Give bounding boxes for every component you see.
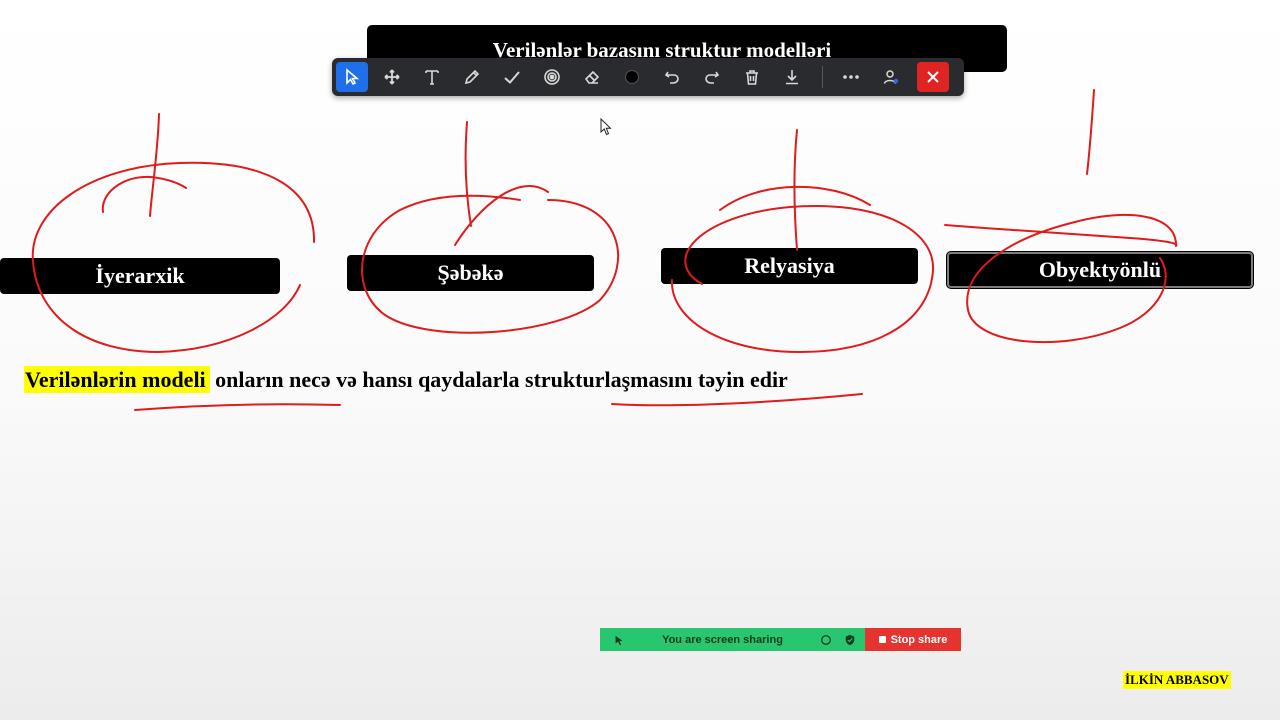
share-message: You are screen sharing <box>662 633 783 646</box>
stamp-tool-button[interactable] <box>496 62 528 92</box>
download-icon <box>786 70 798 85</box>
ink-stroke <box>464 121 472 227</box>
ink-stroke <box>134 403 341 411</box>
eraser-tool-button[interactable] <box>576 62 608 92</box>
move-icon <box>384 69 400 85</box>
trash-icon <box>746 70 758 85</box>
redo-icon <box>705 71 720 84</box>
close-icon <box>927 71 939 83</box>
definition-rest: onların necə və hansı qaydalarla struktu… <box>209 367 788 392</box>
category-box-network: Şəbəkə <box>347 255 594 291</box>
participant-icon <box>883 70 899 84</box>
redo-button[interactable] <box>696 62 728 92</box>
status-circle-icon[interactable] <box>819 633 833 647</box>
category-label: İyerarxik <box>95 263 185 288</box>
share-status: You are screen sharing <box>600 628 865 651</box>
select-tool-button[interactable] <box>336 62 368 92</box>
stop-share-label: Stop share <box>890 633 948 646</box>
eraser-icon <box>584 70 600 84</box>
more-button[interactable] <box>835 62 867 92</box>
pen-tool-button[interactable] <box>456 62 488 92</box>
undo-button[interactable] <box>656 62 688 92</box>
ink-stroke <box>101 175 187 213</box>
author-name: İLKİN ABBASOV <box>1123 671 1231 689</box>
category-label: Obyektyönlü <box>1038 257 1162 282</box>
category-label: Şəbəkə <box>437 260 504 285</box>
text-icon <box>425 70 439 85</box>
ink-stroke <box>793 129 798 251</box>
shield-icon[interactable] <box>843 633 857 647</box>
ink-stroke <box>944 224 1178 247</box>
more-icon <box>843 75 859 79</box>
move-tool-button[interactable] <box>376 62 408 92</box>
ink-stroke <box>719 185 871 211</box>
pen-icon <box>464 69 480 85</box>
ink-stroke <box>454 185 549 246</box>
spotlight-tool-button[interactable] <box>536 62 568 92</box>
participant-annotation-button[interactable] <box>875 62 907 92</box>
clear-button[interactable] <box>736 62 768 92</box>
ink-stroke <box>149 113 160 217</box>
model-definition: Verilənlərin modeli onların necə və hans… <box>24 366 788 393</box>
definition-highlight: Verilənlərin modeli <box>24 366 210 393</box>
undo-icon <box>664 71 679 84</box>
drag-handle-icon[interactable] <box>612 633 626 647</box>
ink-annotations <box>31 89 1178 411</box>
category-box-object-oriented: Obyektyönlü <box>947 252 1253 288</box>
color-picker-button[interactable] <box>616 62 648 92</box>
category-box-hierarchical: İyerarxik <box>0 258 280 294</box>
annotation-toolbar <box>332 58 964 96</box>
mouse-cursor-icon <box>600 118 612 136</box>
screen-share-bar: You are screen sharing Stop share <box>600 628 961 651</box>
select-icon <box>346 68 360 86</box>
toolbar-divider <box>822 66 823 88</box>
checkmark-icon <box>504 71 520 84</box>
close-annotation-button[interactable] <box>917 62 949 92</box>
color-icon <box>625 70 639 84</box>
ink-stroke <box>611 393 863 407</box>
ink-stroke <box>1086 89 1095 175</box>
spotlight-icon <box>544 69 560 85</box>
category-label: Relyasiya <box>744 253 835 278</box>
text-tool-button[interactable] <box>416 62 448 92</box>
category-box-relational: Relyasiya <box>661 248 918 284</box>
stop-icon <box>878 636 886 643</box>
save-button[interactable] <box>776 62 808 92</box>
stop-share-button[interactable]: Stop share <box>865 628 961 651</box>
